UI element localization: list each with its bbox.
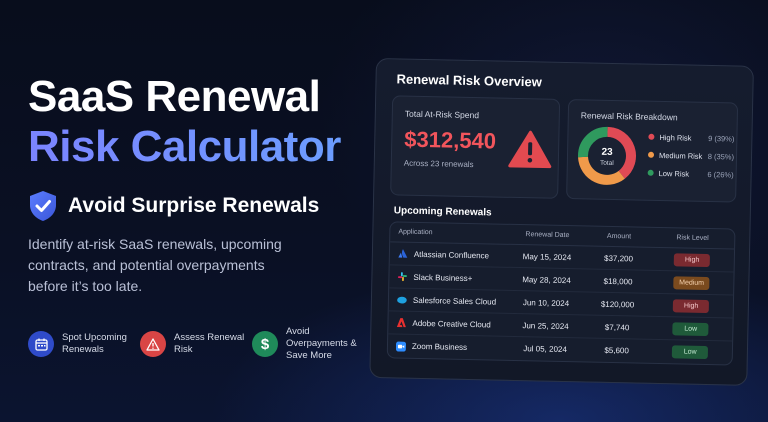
- risk-breakdown-card: Renewal Risk Breakdown 23 Total High Ris…: [566, 99, 739, 203]
- legend-name: Medium Risk: [658, 150, 703, 161]
- salesforce-icon: [397, 296, 407, 304]
- risk-badge: Low: [672, 321, 709, 336]
- shield-check-icon: [30, 191, 56, 221]
- renewal-date: May 15, 2024: [522, 251, 572, 262]
- calendar-icon: [28, 331, 54, 357]
- app-name: Slack Business+: [413, 272, 473, 283]
- renewals-table: Application Renewal Date Amount Risk Lev…: [386, 221, 736, 366]
- at-risk-sub: Across 23 renewals: [403, 158, 474, 170]
- app-name: Zoom Business: [411, 341, 468, 352]
- at-risk-value: $312,540: [404, 126, 497, 154]
- risk-cell: Low: [648, 345, 732, 360]
- risk-cell: Medium: [650, 275, 734, 290]
- risk-badge: High: [673, 298, 710, 313]
- feature-label: Assess Renewal Risk: [174, 332, 245, 355]
- donut-total-label: Total: [600, 160, 614, 167]
- risk-badge: Low: [672, 345, 709, 360]
- app-cell: Atlassian Confluence: [390, 248, 508, 260]
- app-name: Atlassian Confluence: [413, 249, 490, 260]
- panel-title: Renewal Risk Overview: [396, 71, 542, 90]
- feature-label: Avoid Overpayments & Save More: [286, 326, 357, 361]
- app-name: Salesforce Sales Cloud: [412, 295, 497, 307]
- warning-icon: [140, 331, 166, 357]
- renewal-date: Jun 25, 2024: [522, 320, 569, 331]
- amount: $37,200: [603, 253, 634, 263]
- amount: $5,600: [604, 345, 629, 356]
- atlassian-icon: [398, 249, 408, 258]
- dashboard-panel: Renewal Risk Overview Total At-Risk Spen…: [369, 58, 754, 386]
- renewal-date: Jul 05, 2024: [523, 344, 567, 355]
- app-name: Adobe Creative Cloud: [412, 318, 491, 329]
- legend-value: 6 (26%): [707, 169, 734, 180]
- header-risk-level[interactable]: Risk Level: [651, 234, 735, 243]
- warning-triangle-icon: [508, 130, 552, 169]
- amount: $7,740: [604, 322, 630, 332]
- at-risk-spend-card: Total At-Risk Spend $312,540 Across 23 r…: [390, 95, 561, 199]
- app-cell: Zoom Business: [388, 341, 506, 353]
- breakdown-title: Renewal Risk Breakdown: [580, 110, 678, 123]
- feature-item: Assess Renewal Risk: [140, 326, 252, 362]
- hero-subtitle-row: Avoid Surprise Renewals: [28, 190, 378, 222]
- renewal-date: Jun 10, 2024: [522, 297, 570, 308]
- hero-description: Identify at-risk SaaS renewals, upcoming…: [28, 236, 282, 294]
- risk-legend: High Risk 9 (39%) Medium Risk 8 (35%) Lo…: [647, 128, 734, 184]
- legend-name: High Risk: [659, 132, 692, 143]
- hero-subtitle: Avoid Surprise Renewals: [68, 194, 320, 217]
- feature-list: Spot Upcoming Renewals Assess Renewal Ri…: [28, 326, 364, 362]
- adobe-icon: [396, 318, 406, 328]
- upcoming-renewals-title: Upcoming Renewals: [393, 205, 492, 219]
- risk-cell: Low: [649, 321, 733, 336]
- header-application[interactable]: Application: [390, 228, 507, 237]
- legend-value: 8 (35%): [707, 151, 735, 162]
- amount: $18,000: [603, 276, 633, 286]
- risk-badge: Medium: [673, 275, 710, 290]
- legend-name: Low Risk: [658, 168, 690, 179]
- risk-cell: High: [649, 298, 733, 313]
- header-renewal-date[interactable]: Renewal Date: [508, 231, 588, 240]
- feature-item: Spot Upcoming Renewals: [28, 326, 140, 362]
- risk-badge: High: [673, 252, 711, 267]
- feature-item: $ Avoid Overpayments & Save More: [252, 326, 364, 362]
- legend-item-medium: Medium Risk 8 (35%): [647, 146, 735, 166]
- app-cell: Salesforce Sales Cloud: [389, 294, 507, 306]
- app-cell: Slack Business+: [389, 271, 507, 283]
- legend-item-low: Low Risk 6 (26%): [647, 164, 734, 184]
- dollar-icon: $: [252, 331, 278, 357]
- hero-title-line2: Risk Calculator: [28, 122, 378, 172]
- risk-cell: High: [650, 252, 734, 267]
- feature-label: Spot Upcoming Renewals: [62, 332, 127, 355]
- zoom-icon: [395, 341, 407, 352]
- app-cell: Adobe Creative Cloud: [388, 317, 506, 329]
- donut-total-number: 23: [601, 147, 613, 158]
- slack-icon: [397, 272, 407, 282]
- legend-dot: [647, 169, 654, 176]
- at-risk-label: Total At-Risk Spend: [404, 108, 480, 121]
- risk-donut-chart: 23 Total: [578, 126, 636, 185]
- hero-title-line1: SaaS Renewal: [28, 72, 321, 121]
- hero-section: SaaS Renewal Risk Calculator Avoid Surpr…: [28, 72, 378, 297]
- legend-item-high: High Risk 9 (39%): [648, 128, 734, 148]
- legend-value: 9 (39%): [708, 133, 735, 144]
- amount: $120,000: [600, 299, 635, 309]
- legend-dot: [648, 133, 655, 140]
- legend-dot: [647, 151, 655, 158]
- header-amount[interactable]: Amount: [587, 232, 651, 241]
- renewal-date: May 28, 2024: [522, 274, 571, 285]
